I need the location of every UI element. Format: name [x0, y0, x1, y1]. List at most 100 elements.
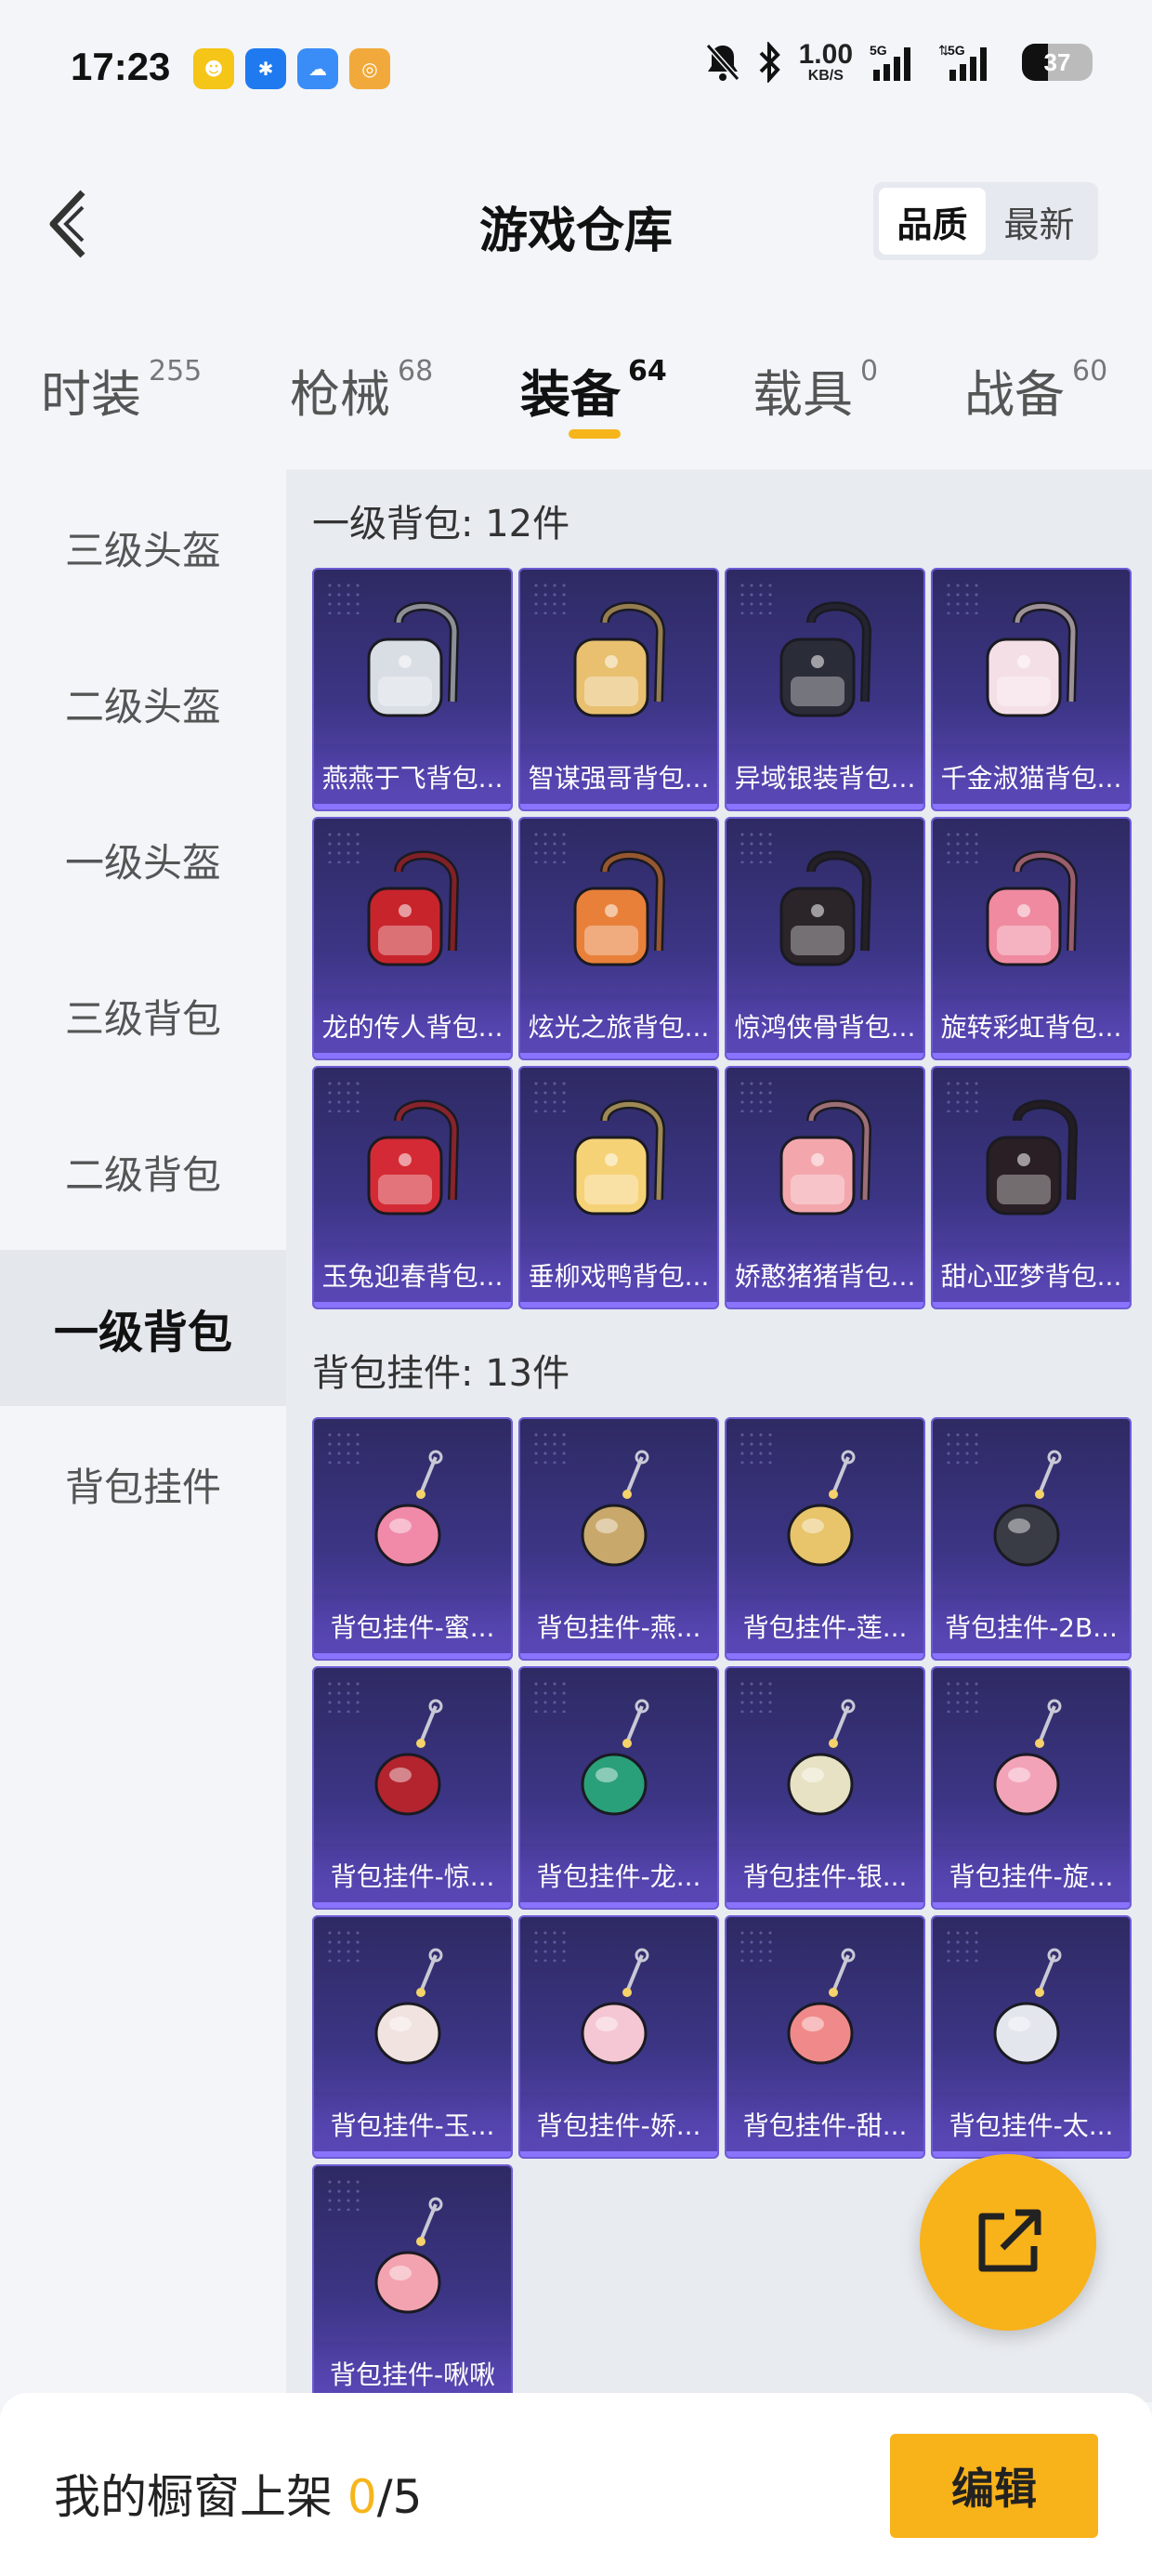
item-name: 背包挂件-银...	[727, 1843, 923, 1908]
item-image	[520, 1681, 717, 1845]
sidebar-item-level3-backpack[interactable]: 三级背包	[0, 938, 286, 1094]
backpack-item-card[interactable]: 千金淑猫背包...	[931, 568, 1132, 811]
quality-bar	[933, 804, 1130, 809]
showcase-status: 我的橱窗上架 0/5	[54, 2470, 423, 2524]
item-image	[314, 1681, 511, 1845]
charm-item-card[interactable]: 背包挂件-2B...	[931, 1417, 1132, 1661]
charm-icon	[787, 1450, 856, 1567]
sort-option-quality[interactable]: 品质	[879, 188, 986, 255]
quality-bar	[314, 1053, 511, 1058]
charm-icon	[581, 1699, 649, 1816]
item-name: 旋转彩虹背包...	[933, 993, 1130, 1058]
share-external-icon	[978, 2209, 1041, 2272]
backpack-item-card[interactable]: 甜心亚梦背包...	[931, 1066, 1132, 1309]
item-name: 背包挂件-惊...	[314, 1843, 511, 1908]
item-image	[314, 832, 511, 995]
item-image	[933, 832, 1130, 995]
charm-item-card[interactable]: 背包挂件-玉...	[312, 1915, 513, 2159]
quality-bar	[727, 2151, 923, 2157]
tab-equipment[interactable]: 装备 64	[520, 353, 667, 427]
charm-item-card[interactable]: 背包挂件-甜...	[725, 1915, 925, 2159]
item-image	[933, 1081, 1130, 1244]
backpack-item-card[interactable]: 异域银装背包...	[725, 568, 925, 811]
item-image	[727, 1081, 923, 1244]
backpack-item-card[interactable]: 旋转彩虹背包...	[931, 817, 1132, 1060]
sidebar-item-level1-backpack[interactable]: 一级背包	[0, 1250, 286, 1406]
backpack-item-card[interactable]: 龙的传人背包...	[312, 817, 513, 1060]
quality-bar	[727, 1053, 923, 1058]
status-bar: 17:23 ☻ ✱ ☁ ◎ 1.00 KB/S 5G 5G ⇅ 37	[0, 0, 1152, 139]
tab-supplies[interactable]: 战备 60	[964, 353, 1107, 427]
sort-toggle: 品质 最新	[873, 182, 1098, 260]
sidebar-item-level3-helmet[interactable]: 三级头盔	[0, 469, 286, 625]
network-speed: 1.00 KB/S	[798, 39, 853, 84]
charm-icon	[374, 1948, 443, 2065]
tab-firearms[interactable]: 枪械 68	[290, 353, 433, 427]
charm-item-card[interactable]: 背包挂件-燕...	[518, 1417, 719, 1661]
app-notification-icon: ☻	[193, 48, 234, 89]
charm-item-card[interactable]: 背包挂件-蜜...	[312, 1417, 513, 1661]
quality-bar	[520, 1902, 717, 1908]
quality-bar	[933, 2151, 1130, 2157]
backpack-item-card[interactable]: 垂柳戏鸭背包...	[518, 1066, 719, 1309]
backpack-item-card[interactable]: 惊鸿侠骨背包...	[725, 817, 925, 1060]
backpack-icon	[779, 850, 872, 966]
item-image	[314, 1930, 511, 2094]
charm-item-card[interactable]: 背包挂件-莲...	[725, 1417, 925, 1661]
item-name: 垂柳戏鸭背包...	[520, 1242, 717, 1308]
backpack-item-card[interactable]: 燕燕于飞背包...	[312, 568, 513, 811]
backpack-item-card[interactable]: 炫光之旅背包...	[518, 817, 719, 1060]
item-name: 背包挂件-玉...	[314, 2092, 511, 2157]
item-name: 背包挂件-莲...	[727, 1594, 923, 1659]
item-name: 智谋强哥背包...	[520, 744, 717, 809]
tab-outfits[interactable]: 时装 255	[41, 353, 202, 427]
edit-button[interactable]: 编辑	[890, 2434, 1098, 2538]
backpack-icon	[573, 1099, 666, 1216]
sort-option-newest[interactable]: 最新	[986, 188, 1093, 255]
charm-icon	[374, 2197, 443, 2314]
app-notification-icon: ✱	[245, 48, 286, 89]
backpack-item-card[interactable]: 玉兔迎春背包...	[312, 1066, 513, 1309]
backpack-icon	[573, 601, 666, 717]
mute-bell-icon	[705, 44, 740, 81]
tab-vehicles[interactable]: 载具 0	[753, 353, 878, 427]
quality-bar	[520, 1053, 717, 1058]
charm-icon	[993, 1450, 1062, 1567]
charm-icon	[581, 1948, 649, 2065]
quality-bar	[933, 1302, 1130, 1308]
sidebar-item-level2-backpack[interactable]: 二级背包	[0, 1094, 286, 1250]
header: 游戏仓库 品质 最新	[0, 158, 1152, 288]
charm-item-card[interactable]: 背包挂件-旋...	[931, 1666, 1132, 1910]
signal-5g-icon: 5G ⇅	[938, 43, 987, 81]
item-content: 一级背包: 12件 燕燕于飞背包... 智谋强哥背包... 异域银装背包... 千金淑…	[286, 469, 1152, 2402]
charm-item-card[interactable]: 背包挂件-太...	[931, 1915, 1132, 2159]
charm-item-card[interactable]: 背包挂件-银...	[725, 1666, 925, 1910]
sidebar-item-level1-helmet[interactable]: 一级头盔	[0, 782, 286, 938]
quality-bar	[933, 1902, 1130, 1908]
charm-item-card[interactable]: 背包挂件-啾啾	[312, 2164, 513, 2402]
item-name: 娇憨猪猪背包...	[727, 1242, 923, 1308]
item-name: 背包挂件-2B...	[933, 1594, 1130, 1659]
charm-item-card[interactable]: 背包挂件-娇...	[518, 1915, 719, 2159]
item-name: 背包挂件-甜...	[727, 2092, 923, 2157]
charm-icon	[787, 1699, 856, 1816]
item-name: 炫光之旅背包...	[520, 993, 717, 1058]
backpack-icon	[779, 601, 872, 717]
sidebar-item-backpack-charm[interactable]: 背包挂件	[0, 1406, 286, 1562]
charm-item-card[interactable]: 背包挂件-龙...	[518, 1666, 719, 1910]
item-name: 玉兔迎春背包...	[314, 1242, 511, 1308]
charm-item-card[interactable]: 背包挂件-惊...	[312, 1666, 513, 1910]
charm-icon	[581, 1450, 649, 1567]
item-image	[933, 1681, 1130, 1845]
item-image	[727, 1432, 923, 1596]
backpack-item-card[interactable]: 智谋强哥背包...	[518, 568, 719, 811]
clock: 17:23	[71, 45, 171, 88]
backpack-icon	[986, 1099, 1079, 1216]
item-name: 龙的传人背包...	[314, 993, 511, 1058]
item-image	[314, 2179, 511, 2343]
sidebar-item-level2-helmet[interactable]: 二级头盔	[0, 625, 286, 782]
backpack-item-card[interactable]: 娇憨猪猪背包...	[725, 1066, 925, 1309]
item-image	[520, 832, 717, 995]
signal-5g-icon: 5G	[870, 43, 910, 81]
share-button[interactable]	[920, 2154, 1096, 2331]
